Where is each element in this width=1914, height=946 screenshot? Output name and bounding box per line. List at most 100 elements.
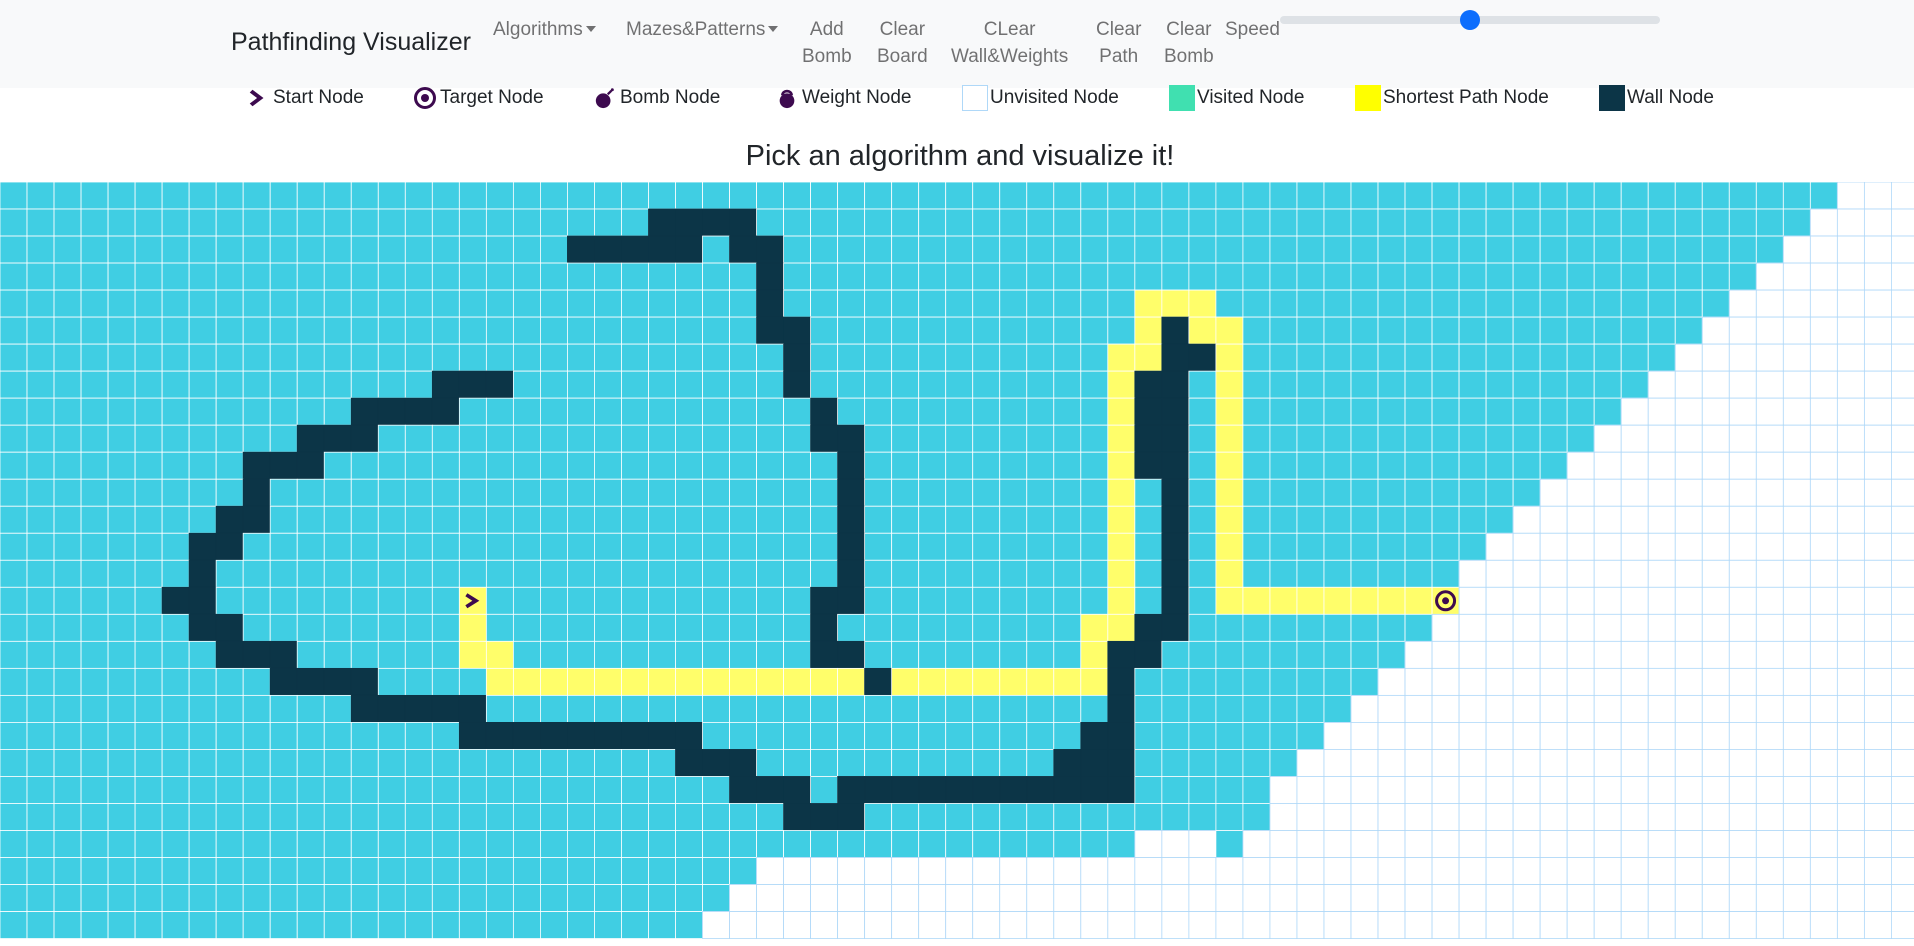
unvisited-node[interactable] [1863,478,1892,507]
shortest-path-node[interactable] [1107,532,1136,561]
visited-node[interactable] [188,397,217,426]
unvisited-node[interactable] [1782,722,1811,750]
unvisited-node[interactable] [1728,397,1757,426]
visited-node[interactable] [107,370,136,399]
visited-node[interactable] [648,262,676,291]
visited-node[interactable] [1188,803,1217,831]
unvisited-node[interactable] [1485,857,1514,885]
visited-node[interactable] [918,182,947,210]
unvisited-node[interactable] [1809,559,1838,588]
visited-node[interactable] [621,830,649,858]
visited-node[interactable] [810,505,839,534]
unvisited-node[interactable] [1431,640,1460,669]
visited-node[interactable] [1323,505,1352,534]
visited-node[interactable] [783,478,812,507]
unvisited-node[interactable] [1701,343,1730,372]
unvisited-node[interactable] [1404,911,1433,939]
unvisited-node[interactable] [1620,559,1649,588]
unvisited-node[interactable] [1377,722,1406,750]
wall-node[interactable] [1107,749,1136,777]
visited-node[interactable] [296,208,325,237]
visited-node[interactable] [107,235,136,264]
visited-node[interactable] [1269,694,1298,723]
visited-node[interactable] [540,316,568,345]
visited-node[interactable] [0,667,28,696]
visited-node[interactable] [1485,505,1514,534]
unvisited-node[interactable] [1891,262,1914,291]
visited-node[interactable] [891,235,920,264]
visited-node[interactable] [567,559,595,588]
visited-node[interactable] [512,613,541,642]
visited-node[interactable] [1134,722,1163,750]
unvisited-node[interactable] [837,884,866,912]
visited-node[interactable] [1809,182,1838,210]
visited-node[interactable] [702,262,730,291]
unvisited-node[interactable] [1485,667,1514,696]
visited-node[interactable] [1026,478,1055,507]
visited-node[interactable] [1134,586,1163,615]
visited-node[interactable] [1350,262,1379,291]
visited-node[interactable] [404,451,433,480]
visited-node[interactable] [702,613,730,642]
visited-node[interactable] [1107,289,1136,318]
wall-node[interactable] [594,235,622,264]
unvisited-node[interactable] [1647,722,1676,750]
unvisited-node[interactable] [1593,776,1622,804]
speed-slider[interactable] [1280,10,1660,30]
visited-node[interactable] [567,424,595,453]
visited-node[interactable] [134,424,163,453]
visited-node[interactable] [26,884,55,912]
visited-node[interactable] [269,182,298,210]
visited-node[interactable] [296,749,325,777]
visited-node[interactable] [1053,613,1082,642]
visited-node[interactable] [945,722,974,750]
visited-node[interactable] [53,370,82,399]
visited-node[interactable] [891,694,920,723]
unvisited-node[interactable] [1836,667,1865,696]
algorithms-dropdown[interactable]: Algorithms [493,16,596,43]
visited-node[interactable] [621,316,649,345]
visited-node[interactable] [1566,343,1595,372]
visited-node[interactable] [188,424,217,453]
visited-node[interactable] [269,911,298,939]
visited-node[interactable] [1404,262,1433,291]
visited-node[interactable] [567,370,595,399]
visited-node[interactable] [350,776,379,804]
unvisited-node[interactable] [1539,694,1568,723]
unvisited-node[interactable] [1728,316,1757,345]
shortest-path-node[interactable] [621,667,649,696]
visited-node[interactable] [1269,478,1298,507]
unvisited-node[interactable] [1728,586,1757,615]
unvisited-node[interactable] [1728,803,1757,831]
visited-node[interactable] [1755,235,1784,264]
unvisited-node[interactable] [1539,884,1568,912]
unvisited-node[interactable] [1728,694,1757,723]
visited-node[interactable] [80,613,109,642]
visited-node[interactable] [594,613,622,642]
wall-node[interactable] [242,478,271,507]
unvisited-node[interactable] [1512,749,1541,777]
wall-node[interactable] [675,208,703,237]
unvisited-node[interactable] [1269,857,1298,885]
unvisited-node[interactable] [1053,911,1082,939]
visited-node[interactable] [1269,640,1298,669]
visited-node[interactable] [1053,289,1082,318]
unvisited-node[interactable] [1593,749,1622,777]
unvisited-node[interactable] [1647,667,1676,696]
visited-node[interactable] [1161,182,1190,210]
unvisited-node[interactable] [1891,451,1914,480]
visited-node[interactable] [296,505,325,534]
unvisited-node[interactable] [1350,776,1379,804]
visited-node[interactable] [1593,370,1622,399]
unvisited-node[interactable] [1512,532,1541,561]
visited-node[interactable] [512,830,541,858]
visited-node[interactable] [0,208,28,237]
visited-node[interactable] [567,694,595,723]
visited-node[interactable] [729,532,757,561]
visited-node[interactable] [999,586,1028,615]
visited-node[interactable] [1215,613,1244,642]
unvisited-node[interactable] [1891,911,1914,939]
visited-node[interactable] [323,559,352,588]
visited-node[interactable] [675,397,703,426]
visited-node[interactable] [404,370,433,399]
